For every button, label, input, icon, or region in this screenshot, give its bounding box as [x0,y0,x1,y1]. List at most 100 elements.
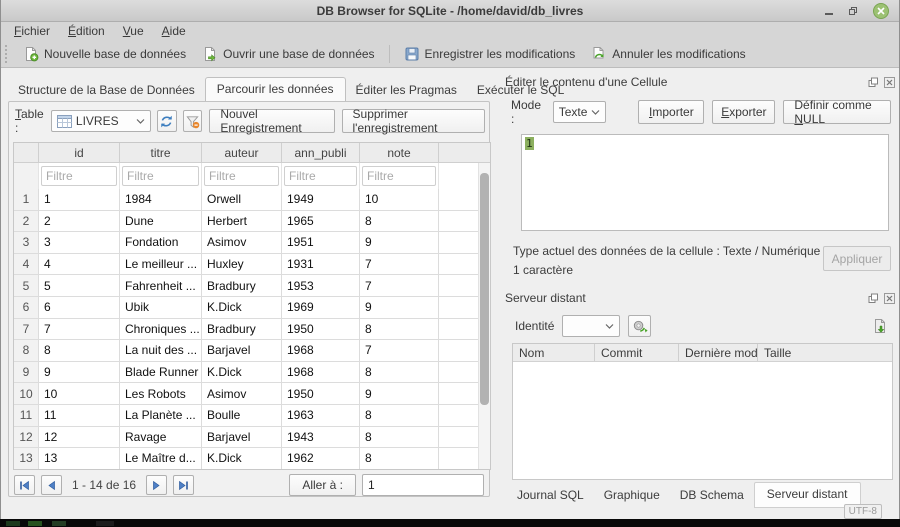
cell-id[interactable]: 3 [39,232,120,254]
prev-page-button[interactable] [41,475,62,495]
row-number[interactable]: 5 [14,275,39,297]
table-row[interactable]: 4 4 Le meilleur ... Huxley 1931 7 [14,254,490,276]
filter-input-titre[interactable] [122,166,199,186]
table-row[interactable]: 2 2 Dune Herbert 1965 8 [14,211,490,233]
menu-aide[interactable]: Aide [153,23,195,39]
cell-id[interactable]: 6 [39,297,120,319]
row-number[interactable]: 2 [14,211,39,233]
cell-titre[interactable]: Fondation [120,232,202,254]
float-panel-button[interactable] [867,292,879,304]
cell-id[interactable]: 10 [39,383,120,405]
cell-auteur[interactable]: Herbert [202,211,282,233]
revert-changes-button[interactable]: Annuler les modifications [583,43,753,65]
cell-titre[interactable]: Ravage [120,427,202,449]
maximize-button[interactable] [845,3,861,19]
last-page-button[interactable] [173,475,194,495]
write-changes-button[interactable]: Enregistrer les modifications [396,43,584,65]
cell-titre[interactable]: Les Robots [120,383,202,405]
cell-titre[interactable]: Le Maître d... [120,448,202,470]
cell-titre[interactable]: Dune [120,211,202,233]
cell-auteur[interactable]: Asimov [202,383,282,405]
cell-note[interactable]: 8 [360,427,439,449]
menu-vue[interactable]: Vue [114,23,153,39]
table-row[interactable]: 13 13 Le Maître d... K.Dick 1962 8 [14,448,490,470]
cell-ann-publi[interactable]: 1963 [282,405,360,427]
goto-button[interactable]: Aller à : [289,474,356,496]
column-header-auteur[interactable]: auteur [202,143,282,163]
cell-ann-publi[interactable]: 1950 [282,319,360,341]
tab-database-structure[interactable]: Structure de la Base de Données [8,80,205,101]
cell-auteur[interactable]: Orwell [202,189,282,211]
cell-titre[interactable]: Ubik [120,297,202,319]
row-number[interactable]: 9 [14,362,39,384]
cell-note[interactable]: 7 [360,254,439,276]
close-panel-button[interactable] [883,292,895,304]
cell-ann-publi[interactable]: 1949 [282,189,360,211]
filter-input-ann-publi[interactable] [284,166,357,186]
cell-auteur[interactable]: Bradbury [202,319,282,341]
table-select[interactable]: LIVRES [51,110,151,132]
row-number[interactable]: 3 [14,232,39,254]
table-row[interactable]: 5 5 Fahrenheit ... Bradbury 1953 7 [14,275,490,297]
remote-column-nom[interactable]: Nom [513,344,595,361]
remote-file-button[interactable] [868,315,891,337]
refresh-button[interactable] [157,110,177,132]
tab-edit-pragmas[interactable]: Éditer les Pragmas [346,80,467,101]
cell-id[interactable]: 9 [39,362,120,384]
cell-note[interactable]: 8 [360,211,439,233]
cell-ann-publi[interactable]: 1969 [282,297,360,319]
cell-auteur[interactable]: Barjavel [202,340,282,362]
cell-id[interactable]: 12 [39,427,120,449]
toolbar-handle[interactable] [5,45,10,63]
cell-content-editor[interactable]: 1 [521,134,889,231]
import-button[interactable]: Importer [638,100,704,124]
cell-id[interactable]: 11 [39,405,120,427]
next-page-button[interactable] [146,475,167,495]
mode-select[interactable]: Texte [553,101,607,123]
table-row[interactable]: 3 3 Fondation Asimov 1951 9 [14,232,490,254]
goto-input[interactable] [362,474,484,496]
table-row[interactable]: 11 11 La Planète ... Boulle 1963 8 [14,405,490,427]
row-number[interactable]: 12 [14,427,39,449]
cell-note[interactable]: 9 [360,383,439,405]
cell-titre[interactable]: Le meilleur ... [120,254,202,276]
cell-note[interactable]: 8 [360,405,439,427]
cell-ann-publi[interactable]: 1962 [282,448,360,470]
row-number[interactable]: 4 [14,254,39,276]
cell-id[interactable]: 7 [39,319,120,341]
row-number[interactable]: 13 [14,448,39,470]
cell-note[interactable]: 7 [360,275,439,297]
row-number[interactable]: 1 [14,189,39,211]
apply-button[interactable]: Appliquer [823,246,891,271]
cell-id[interactable]: 2 [39,211,120,233]
row-number[interactable]: 8 [14,340,39,362]
cell-auteur[interactable]: Bradbury [202,275,282,297]
table-row[interactable]: 6 6 Ubik K.Dick 1969 9 [14,297,490,319]
cell-auteur[interactable]: K.Dick [202,448,282,470]
remote-column-taille[interactable]: Taille [758,344,892,361]
cell-ann-publi[interactable]: 1951 [282,232,360,254]
table-row[interactable]: 1 1 1984 Orwell 1949 10 [14,189,490,211]
filter-input-auteur[interactable] [204,166,279,186]
cell-id[interactable]: 1 [39,189,120,211]
cell-id[interactable]: 4 [39,254,120,276]
column-header-note[interactable]: note [360,143,439,163]
cell-note[interactable]: 8 [360,448,439,470]
dock-tab-journal-sql[interactable]: Journal SQL [507,484,594,506]
cell-auteur[interactable]: Huxley [202,254,282,276]
new-database-button[interactable]: Nouvelle base de données [15,43,194,65]
column-header-ann-publi[interactable]: ann_publi [282,143,360,163]
close-panel-button[interactable] [883,76,895,88]
remote-column-commit[interactable]: Commit [595,344,679,361]
remote-column-derniere-modification[interactable]: Dernière modific [679,344,758,361]
cell-titre[interactable]: 1984 [120,189,202,211]
dock-tab-db-schema[interactable]: DB Schema [670,484,754,506]
dock-tab-graphique[interactable]: Graphique [594,484,670,506]
cell-id[interactable]: 8 [39,340,120,362]
grid-vertical-scrollbar[interactable] [480,173,489,405]
export-button[interactable]: Exporter [712,100,775,124]
menu-edition[interactable]: Édition [59,23,114,39]
cell-titre[interactable]: La nuit des ... [120,340,202,362]
cell-titre[interactable]: La Planète ... [120,405,202,427]
column-header-titre[interactable]: titre [120,143,202,163]
